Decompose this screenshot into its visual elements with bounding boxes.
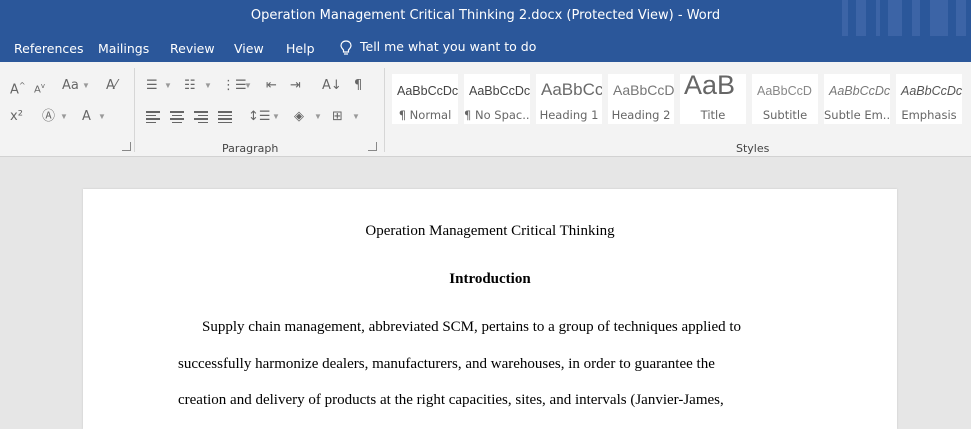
style-normal[interactable]: AaBbCcDc ¶ Normal — [392, 74, 458, 124]
body-text-line: Supply chain management, abbreviated SCM… — [202, 319, 742, 335]
body-text-line: successfully harmonize dealers, manufact… — [178, 356, 715, 372]
style-sample: AaBbCcD — [757, 84, 812, 98]
bullets-icon[interactable]: ☰ — [146, 78, 158, 94]
styles-group-label: Styles — [736, 142, 770, 155]
tab-review[interactable]: Review — [170, 41, 215, 56]
align-left-icon[interactable] — [146, 111, 160, 123]
style-sample: AaBbCcDc — [829, 84, 890, 98]
chevron-down-icon[interactable]: ▼ — [272, 109, 280, 125]
menu-bar: References Mailings Review View Help Tel… — [0, 36, 971, 62]
chevron-down-icon[interactable]: ▼ — [352, 109, 360, 125]
chevron-down-icon[interactable]: ▼ — [164, 78, 172, 94]
style-name: Title — [700, 108, 726, 122]
tab-mailings[interactable]: Mailings — [98, 41, 149, 56]
style-name: ¶ No Spac... — [464, 108, 530, 122]
tab-view[interactable]: View — [234, 41, 264, 56]
grow-font-icon[interactable]: A^ — [10, 78, 26, 98]
style-name: Subtitle — [762, 108, 808, 122]
tell-me-label: Tell me what you want to do — [360, 39, 537, 54]
show-formatting-marks-icon[interactable]: ¶ — [354, 78, 362, 94]
align-center-icon[interactable] — [170, 111, 184, 123]
ribbon: A^ Av Aa ▼ A⁄ x² Ⓐ ▼ A ▼ ☰ ▼ ☷ ▼ ⋮☰ ▼ ⇤ … — [0, 62, 971, 157]
chevron-down-icon[interactable]: ▼ — [314, 109, 322, 125]
window-title: Operation Management Critical Thinking 2… — [250, 8, 721, 23]
superscript-icon[interactable]: x² — [10, 109, 23, 125]
style-name: Emphasis — [901, 108, 957, 122]
style-subtle-emphasis[interactable]: AaBbCcDc Subtle Em... — [824, 74, 890, 124]
paragraph-group-label: Paragraph — [222, 142, 279, 155]
text-effects-icon[interactable]: Ⓐ — [42, 109, 55, 125]
font-color-icon[interactable]: A — [82, 109, 91, 125]
style-name: Heading 1 — [539, 108, 599, 122]
title-bar: Operation Management Critical Thinking 2… — [0, 0, 971, 36]
chevron-down-icon[interactable]: ▼ — [98, 109, 106, 125]
style-sample: AaBbCcD — [613, 82, 674, 98]
style-heading-1[interactable]: AaBbCc Heading 1 — [536, 74, 602, 124]
borders-icon[interactable]: ⊞ — [332, 109, 343, 125]
style-sample: AaBbCc — [541, 80, 602, 99]
tell-me-search[interactable]: Tell me what you want to do — [340, 39, 536, 56]
tab-help[interactable]: Help — [286, 41, 315, 56]
document-page[interactable]: Operation Management Critical Thinking I… — [83, 189, 897, 429]
chevron-down-icon[interactable]: ▼ — [204, 78, 212, 94]
style-subtitle[interactable]: AaBbCcD Subtitle — [752, 74, 818, 124]
font-dialog-launcher-icon[interactable] — [122, 142, 131, 151]
document-title: Operation Management Critical Thinking — [365, 223, 615, 239]
style-sample: AaBbCcDc — [397, 84, 458, 98]
tab-references[interactable]: References — [14, 41, 83, 56]
lightbulb-icon — [340, 39, 352, 55]
group-divider — [134, 68, 135, 152]
style-name: Subtle Em... — [824, 108, 890, 122]
style-heading-2[interactable]: AaBbCcD Heading 2 — [608, 74, 674, 124]
clear-formatting-icon[interactable]: A⁄ — [106, 78, 117, 94]
align-right-icon[interactable] — [194, 111, 208, 123]
change-case-icon[interactable]: Aa — [62, 78, 79, 94]
chevron-down-icon[interactable]: ▼ — [82, 78, 90, 94]
increase-indent-icon[interactable]: ⇥ — [290, 78, 301, 94]
group-divider — [384, 68, 385, 152]
multilevel-list-icon[interactable]: ⋮☰ — [222, 78, 247, 94]
body-text-line: creation and delivery of products at the… — [178, 392, 724, 408]
document-heading: Introduction — [449, 271, 531, 287]
shading-icon[interactable]: ◈ — [294, 109, 304, 125]
style-sample: AaBbCcDc — [469, 84, 530, 98]
line-spacing-icon[interactable]: ↕☰ — [248, 109, 271, 125]
style-name: ¶ Normal — [398, 108, 452, 122]
style-sample: AaB — [684, 74, 736, 100]
style-no-spacing[interactable]: AaBbCcDc ¶ No Spac... — [464, 74, 530, 124]
numbering-icon[interactable]: ☷ — [184, 78, 196, 94]
chevron-down-icon[interactable]: ▼ — [244, 78, 252, 94]
paragraph-dialog-launcher-icon[interactable] — [368, 142, 377, 151]
justify-icon[interactable] — [218, 111, 232, 123]
decrease-indent-icon[interactable]: ⇤ — [266, 78, 277, 94]
sort-icon[interactable]: A↓ — [322, 78, 342, 94]
style-sample: AaBbCcDc — [901, 84, 962, 98]
style-emphasis[interactable]: AaBbCcDc Emphasis — [896, 74, 962, 124]
style-title[interactable]: AaB Title — [680, 74, 746, 124]
chevron-down-icon[interactable]: ▼ — [60, 109, 68, 125]
styles-gallery: AaBbCcDc ¶ Normal AaBbCcDc ¶ No Spac... … — [392, 74, 971, 126]
style-name: Heading 2 — [611, 108, 671, 122]
shrink-font-icon[interactable]: Av — [34, 78, 45, 98]
